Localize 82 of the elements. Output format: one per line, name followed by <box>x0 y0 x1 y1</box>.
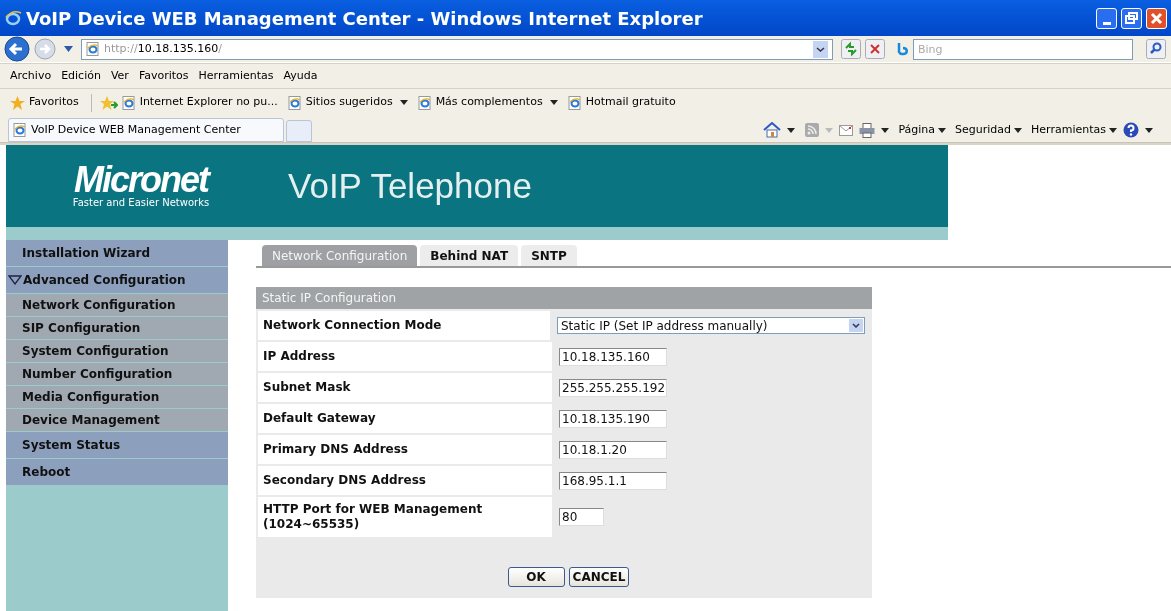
sidebar-item[interactable]: System Configuration <box>6 340 228 363</box>
panel-title: Static IP Configuration <box>256 287 872 309</box>
input-field[interactable]: 10.18.135.190 <box>559 409 667 428</box>
caret-icon[interactable] <box>881 127 890 133</box>
command-menu[interactable]: Herramientas <box>1031 121 1117 139</box>
command-menu[interactable]: Seguridad <box>955 121 1023 139</box>
sidebar-item[interactable]: System Status <box>6 432 228 459</box>
dropdown-icon <box>849 319 863 332</box>
caret-icon[interactable] <box>1145 127 1153 133</box>
page-title: VoIP Telephone <box>288 164 532 207</box>
tab[interactable]: Behind NAT <box>420 245 519 266</box>
input-field[interactable]: 255.255.255.192 <box>559 378 667 397</box>
ie-page-icon <box>13 123 27 137</box>
stop-button[interactable] <box>865 39 885 59</box>
refresh-button[interactable] <box>841 39 861 59</box>
sidebar-item[interactable]: Number Configuration <box>6 363 228 386</box>
favorites-link[interactable]: Hotmail gratuito <box>567 94 676 111</box>
address-field[interactable]: http://10.18.135.160/ <box>81 38 833 60</box>
window-title: VoIP Device WEB Management Center - Windows Internet Explorer <box>26 6 703 31</box>
search-button[interactable] <box>1146 39 1166 59</box>
command-menu[interactable]: Página <box>898 121 947 139</box>
logo-tagline: Faster and Easier Networks <box>72 197 210 209</box>
restore-button[interactable] <box>1121 7 1142 29</box>
caret-icon <box>1109 127 1117 133</box>
page-icon <box>121 95 136 110</box>
page-icon <box>417 95 432 110</box>
printer-icon[interactable] <box>859 122 876 138</box>
bing-icon <box>897 42 911 56</box>
page-icon <box>86 42 100 56</box>
select-value: Static IP (Set IP address manually) <box>561 317 769 335</box>
caret-icon <box>938 127 947 133</box>
field-label: IP Address <box>263 349 336 364</box>
input-field[interactable]: 168.95.1.1 <box>559 471 667 490</box>
input-field[interactable]: 10.18.135.160 <box>559 347 667 366</box>
sidebar-item[interactable]: Advanced Configuration <box>6 267 228 294</box>
page-icon <box>567 95 582 110</box>
field-label: Network Connection Mode <box>263 318 442 333</box>
url-text: http://10.18.135.160/ <box>104 40 222 57</box>
search-field[interactable]: Bing <box>913 38 1133 60</box>
close-button[interactable] <box>1146 7 1167 29</box>
browser-tab[interactable]: VoIP Device WEB Management Center <box>8 118 284 142</box>
minimize-button[interactable] <box>1096 7 1117 29</box>
menu-item[interactable]: Favoritos <box>138 67 189 85</box>
menu-item[interactable]: Archivo <box>10 67 52 85</box>
field-label: Subnet Mask <box>263 380 351 395</box>
tab-title: VoIP Device WEB Management Center <box>31 121 241 138</box>
favorites-button[interactable]: Favoritos <box>10 94 79 111</box>
field-label: Default Gateway <box>263 411 376 426</box>
menu-item[interactable]: Ayuda <box>283 67 318 85</box>
sidebar-item[interactable]: Network Configuration <box>6 294 228 317</box>
page-icon <box>287 95 302 110</box>
add-favorite-icon[interactable] <box>99 95 118 110</box>
ie-logo-icon <box>4 9 22 27</box>
field-label: Secondary DNS Address <box>263 473 426 488</box>
sidebar-item[interactable]: Media Configuration <box>6 386 228 409</box>
sidebar-item[interactable]: Reboot <box>6 459 228 486</box>
caret-icon[interactable] <box>787 127 796 133</box>
minimize-icon <box>1102 21 1111 25</box>
caret-icon <box>1014 127 1023 133</box>
menu-item[interactable]: Ver <box>110 67 129 85</box>
sidebar-item[interactable]: SIP Configuration <box>6 317 228 340</box>
input-field[interactable]: 10.18.1.20 <box>559 440 667 459</box>
dropdown-icon[interactable] <box>813 40 828 58</box>
tab[interactable]: SNTP <box>521 245 577 266</box>
select-field[interactable]: Static IP (Set IP address manually) <box>557 317 865 334</box>
favorites-link[interactable]: Más complementos <box>417 94 558 111</box>
star-icon <box>10 95 25 110</box>
back-button[interactable] <box>4 36 30 62</box>
input-field[interactable]: 80 <box>559 508 604 526</box>
menu-item[interactable]: Edición <box>61 67 101 85</box>
favorites-link[interactable]: Internet Explorer no pu... <box>121 94 278 111</box>
mail-icon[interactable] <box>839 124 854 136</box>
form-button[interactable]: CANCEL <box>568 567 630 587</box>
menu-item[interactable]: Herramientas <box>198 67 274 85</box>
home-icon[interactable] <box>763 122 782 138</box>
sidebar-item[interactable]: Device Management <box>6 409 228 432</box>
favorites-link[interactable]: Sitios sugeridos <box>287 94 408 111</box>
sidebar-item[interactable]: Installation Wizard <box>6 240 228 267</box>
field-label: Primary DNS Address <box>263 442 408 457</box>
form-button[interactable]: OK <box>507 567 565 587</box>
field-label: HTTP Port for WEB Management (1024~65535) <box>263 502 484 532</box>
help-icon[interactable] <box>1123 122 1139 138</box>
